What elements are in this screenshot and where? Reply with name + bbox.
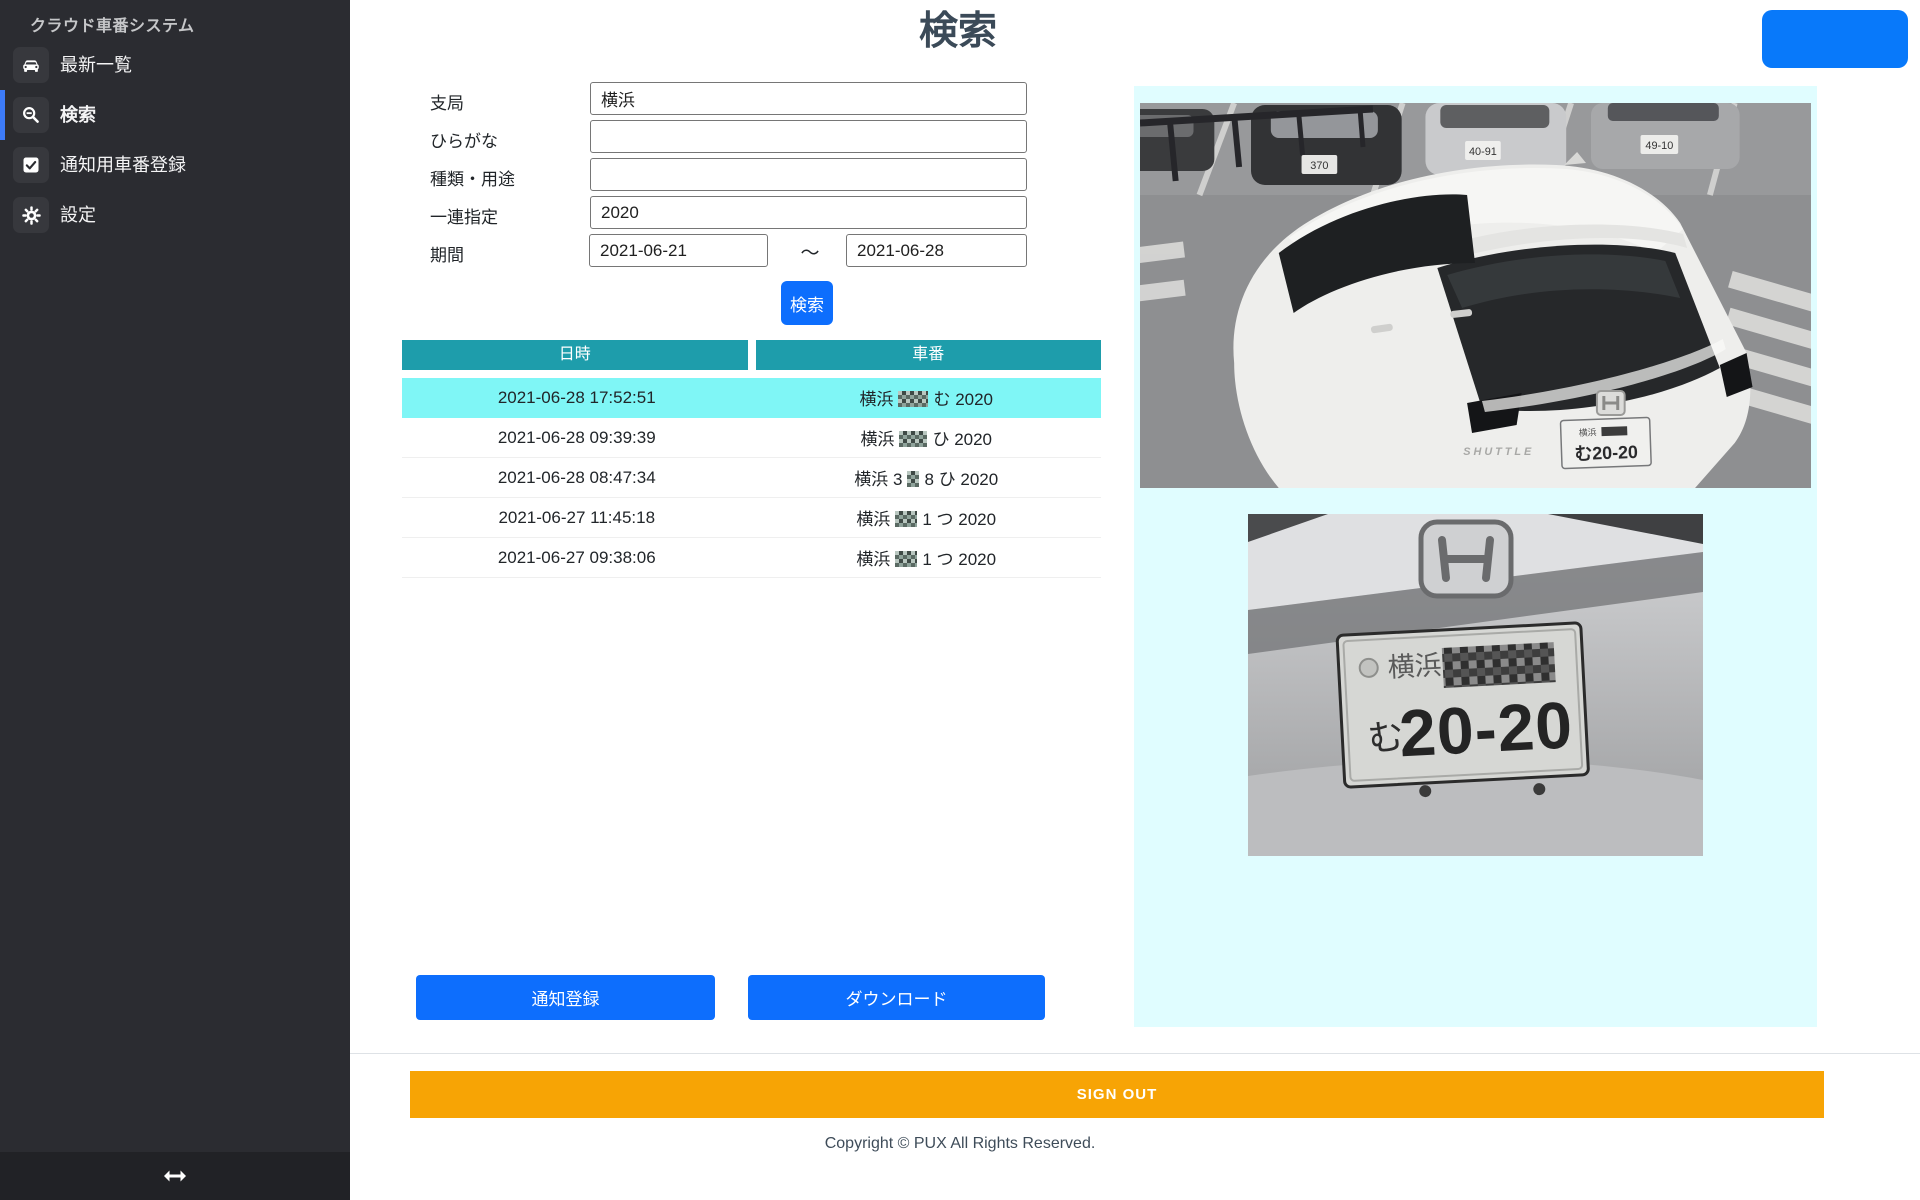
svg-text:横浜: 横浜 (1387, 650, 1442, 683)
column-header-datetime: 日時 (402, 340, 748, 370)
checkbox-icon (13, 147, 49, 183)
sidebar-item-label: 通知用車番登録 (60, 140, 186, 190)
plate-mask (895, 551, 917, 567)
field-label-period: 期間 (430, 241, 464, 266)
background-car-4: 49-10 (1591, 103, 1740, 169)
copyright-text: Copyright © PUX All Rights Reserved. (825, 1135, 1096, 1153)
row-datetime: 2021-06-28 08:47:34 (402, 468, 752, 488)
plate-photo: 横浜 む 20-20 (1248, 514, 1703, 856)
table-row[interactable]: 2021-06-27 11:45:18 横浜1 つ 2020 (402, 498, 1101, 538)
field-label-type-use: 種類・用途 (430, 165, 515, 190)
svg-text:370: 370 (1310, 160, 1328, 172)
search-submit-button[interactable]: 検索 (781, 281, 833, 325)
row-datetime: 2021-06-27 11:45:18 (402, 508, 752, 528)
background-car-3: 40-91 (1425, 103, 1566, 175)
content-divider (350, 1053, 1920, 1054)
plate-mask (907, 471, 919, 487)
sidebar-item-plate-registration[interactable]: 通知用車番登録 (0, 140, 350, 190)
svg-text:横浜: 横浜 (1579, 426, 1597, 438)
page-title: 検索 (919, 0, 997, 56)
field-label-hiragana: ひらがな (430, 127, 498, 152)
serial-input[interactable] (590, 196, 1027, 229)
period-to-input[interactable] (846, 234, 1027, 267)
app-title: クラウド車番システム (30, 12, 195, 36)
sidebar-collapse-toggle[interactable] (0, 1152, 350, 1200)
row-datetime: 2021-06-28 09:39:39 (402, 428, 752, 448)
sidebar-item-settings[interactable]: 設定 (0, 190, 350, 240)
branch-input[interactable] (590, 82, 1027, 115)
search-icon (13, 97, 49, 133)
results-table: 日時 車番 2021-06-28 17:52:51 横浜む 2020 2021-… (402, 340, 1101, 578)
svg-text:む20-20: む20-20 (1574, 442, 1638, 464)
honda-logo (1421, 522, 1511, 596)
sidebar: クラウド車番システム 最新一覧 検索 通知用車番登録 設定 (0, 0, 350, 1200)
table-row[interactable]: 2021-06-28 08:47:34 横浜 38 ひ 2020 (402, 458, 1101, 498)
period-from-input[interactable] (589, 234, 768, 267)
gear-icon (13, 197, 49, 233)
hiragana-input[interactable] (590, 120, 1027, 153)
row-plate: 横浜1 つ 2020 (752, 505, 1102, 530)
sign-out-button[interactable]: SIGN OUT (410, 1071, 1824, 1118)
svg-text:40-91: 40-91 (1469, 146, 1497, 158)
svg-text:49-10: 49-10 (1645, 140, 1673, 152)
image-panel: 370 40-91 49-10 (1134, 86, 1817, 1027)
model-badge: SHUTTLE (1463, 446, 1534, 458)
row-plate: 横浜む 2020 (752, 385, 1102, 410)
notify-register-button[interactable]: 通知登録 (416, 975, 715, 1020)
plate-mask (899, 431, 927, 447)
column-header-plate: 車番 (756, 340, 1102, 370)
car-plate: 横浜 む20-20 (1560, 417, 1651, 468)
type-use-input[interactable] (590, 158, 1027, 191)
plate-mask (898, 391, 928, 407)
period-separator: 〜 (795, 238, 825, 265)
table-row[interactable]: 2021-06-28 09:39:39 横浜ひ 2020 (402, 418, 1101, 458)
row-datetime: 2021-06-28 17:52:51 (402, 388, 752, 408)
car-photo: 370 40-91 49-10 (1140, 103, 1811, 488)
plate-closeup: 横浜 む 20-20 (1337, 623, 1590, 806)
sidebar-item-label: 設定 (60, 190, 96, 240)
sidebar-item-search[interactable]: 検索 (0, 90, 350, 140)
honda-logo (1597, 391, 1625, 415)
row-plate: 横浜1 つ 2020 (752, 545, 1102, 570)
app-root: クラウド車番システム 最新一覧 検索 通知用車番登録 設定 (0, 0, 1920, 1200)
car-icon (13, 47, 49, 83)
plate-mask (895, 511, 917, 527)
results-table-header: 日時 車番 (402, 340, 1101, 370)
field-label-serial: 一連指定 (430, 203, 498, 228)
sidebar-item-latest-list[interactable]: 最新一覧 (0, 40, 350, 90)
row-plate: 横浜 38 ひ 2020 (752, 465, 1102, 490)
results-rows: 2021-06-28 17:52:51 横浜む 2020 2021-06-28 … (402, 378, 1101, 578)
svg-text:20-20: 20-20 (1397, 687, 1574, 770)
double-arrow-icon (163, 1169, 187, 1183)
download-button[interactable]: ダウンロード (748, 975, 1045, 1020)
row-plate: 横浜ひ 2020 (752, 425, 1102, 450)
field-label-branch: 支局 (430, 89, 464, 114)
row-datetime: 2021-06-27 09:38:06 (402, 548, 752, 568)
sidebar-item-label: 検索 (60, 90, 96, 140)
header-action-button[interactable] (1762, 10, 1908, 68)
table-row[interactable]: 2021-06-27 09:38:06 横浜1 つ 2020 (402, 538, 1101, 578)
sidebar-item-label: 最新一覧 (60, 40, 132, 90)
table-row[interactable]: 2021-06-28 17:52:51 横浜む 2020 (402, 378, 1101, 418)
